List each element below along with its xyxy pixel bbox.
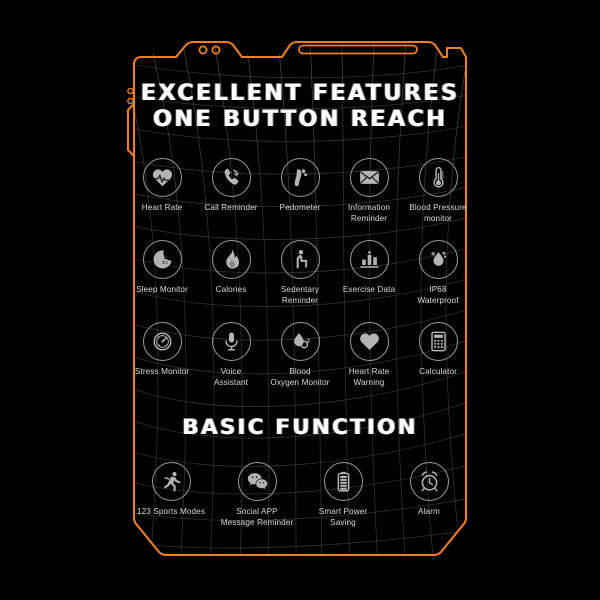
- feature-exercise-data[interactable]: Exercise Data: [335, 240, 403, 296]
- feature-label: Information Reminder: [347, 203, 391, 223]
- sports-modes-icon: [151, 462, 191, 501]
- feature-heart-rate[interactable]: Heart Rate: [128, 158, 196, 214]
- feature-label: Social APP Message Reminder: [220, 507, 294, 527]
- feature-sedentary-reminder[interactable]: Sedentary Reminder: [266, 240, 334, 306]
- headline-line-1: EXCELLENT FEATURES: [140, 80, 460, 106]
- feature-label: 123 Sports Modes: [136, 507, 206, 516]
- waterproof-icon: [418, 240, 458, 279]
- social-app-icon: [237, 462, 277, 501]
- feature-label: Alarm: [418, 507, 440, 516]
- headline-line-2: ONE BUTTON REACH: [152, 106, 448, 132]
- feature-label: Call Reminder: [204, 203, 258, 212]
- svg-text:2: 2: [306, 339, 310, 345]
- feature-waterproof[interactable]: IP68 Waterproof: [404, 240, 472, 306]
- feature-sports-modes[interactable]: 123 Sports Modes: [130, 462, 212, 518]
- feature-row-2: z z z Sleep Monitor Calories Sedentary R…: [128, 240, 472, 306]
- calories-icon: [211, 240, 251, 279]
- basic-function-row: 123 Sports Modes Social APP Message Remi…: [128, 462, 472, 528]
- feature-label: IP68 Waterproof: [417, 285, 459, 305]
- voice-assistant-icon: [211, 322, 251, 361]
- sleep-monitor-icon: z z z: [142, 240, 182, 279]
- smart-power-saving-icon: [323, 462, 363, 501]
- feature-blood-pressure[interactable]: Blood Pressure monitor: [404, 158, 472, 224]
- feature-blood-oxygen[interactable]: 2 Blood Oxygen Monitor: [266, 322, 334, 388]
- blood-oxygen-icon: 2: [280, 322, 320, 361]
- sedentary-reminder-icon: [280, 240, 320, 279]
- feature-label: Heart Rate Warning: [348, 367, 390, 387]
- feature-label: Exercise Data: [342, 285, 396, 294]
- feature-pedometer[interactable]: Pedometer: [266, 158, 334, 214]
- information-reminder-icon: [349, 158, 389, 197]
- feature-calculator[interactable]: Calculator: [404, 322, 472, 378]
- product-feature-poster: EXCELLENT FEATURES ONE BUTTON REACH Hear…: [0, 0, 600, 600]
- feature-label: Calculator: [419, 367, 457, 376]
- feature-label: Heart Rate: [141, 203, 183, 212]
- feature-heart-rate-warning[interactable]: Heart Rate Warning: [335, 322, 403, 388]
- exercise-data-icon: [349, 240, 389, 279]
- feature-label: Smart Power Saving: [318, 507, 368, 527]
- feature-label: Pedometer: [279, 203, 321, 212]
- feature-label: Voice Assistant: [213, 367, 249, 387]
- feature-information-reminder[interactable]: Information Reminder: [335, 158, 403, 224]
- feature-label: Calories: [215, 285, 247, 294]
- pedometer-icon: [280, 158, 320, 197]
- feature-label: Blood Oxygen Monitor: [270, 367, 330, 387]
- calculator-icon: [418, 322, 458, 361]
- blood-pressure-icon: [418, 158, 458, 197]
- feature-row-3: Stress Monitor Voice Assistant 2 Blood O…: [128, 322, 472, 388]
- feature-social-app[interactable]: Social APP Message Reminder: [216, 462, 298, 528]
- feature-label: Blood Pressure monitor: [409, 203, 467, 223]
- feature-sleep-monitor[interactable]: z z z Sleep Monitor: [128, 240, 196, 296]
- basic-function-title: BASIC FUNCTION: [182, 415, 418, 440]
- stress-monitor-icon: [142, 322, 182, 361]
- feature-row-1: Heart Rate Call Reminder Pedometer Infor…: [128, 158, 472, 224]
- heart-rate-icon: [142, 158, 182, 197]
- call-reminder-icon: [211, 158, 251, 197]
- heart-rate-warning-icon: [349, 322, 389, 361]
- feature-label: Sleep Monitor: [136, 285, 188, 294]
- feature-stress-monitor[interactable]: Stress Monitor: [128, 322, 196, 378]
- feature-call-reminder[interactable]: Call Reminder: [197, 158, 265, 214]
- feature-voice-assistant[interactable]: Voice Assistant: [197, 322, 265, 388]
- alarm-icon: [409, 462, 449, 501]
- feature-label: Sedentary Reminder: [280, 285, 320, 305]
- feature-alarm[interactable]: Alarm: [388, 462, 470, 518]
- feature-smart-power-saving[interactable]: Smart Power Saving: [302, 462, 384, 528]
- feature-calories[interactable]: Calories: [197, 240, 265, 296]
- feature-label: Stress Monitor: [134, 367, 190, 376]
